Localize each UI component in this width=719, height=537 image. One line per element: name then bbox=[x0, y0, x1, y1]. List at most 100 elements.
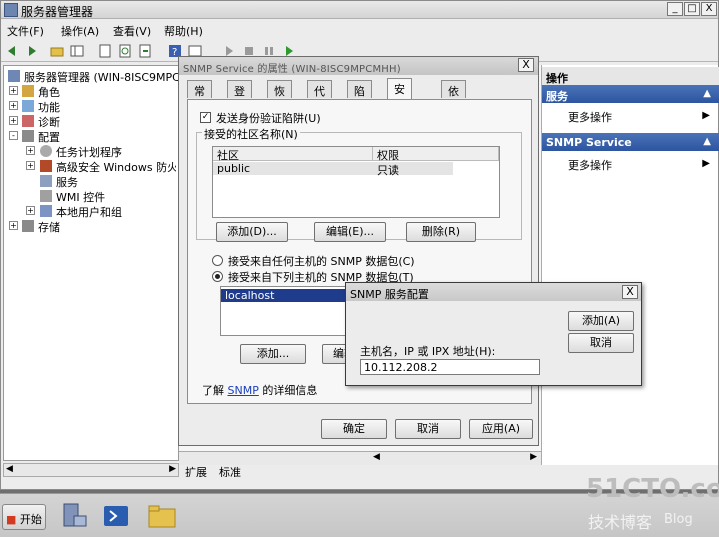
snmp-link[interactable]: SNMP bbox=[228, 384, 259, 397]
tree-item-roles[interactable]: 角色 bbox=[38, 84, 60, 100]
collapse-config-icon[interactable]: - bbox=[9, 131, 18, 140]
add-host-button[interactable]: 添加... bbox=[240, 344, 306, 364]
users-icon bbox=[40, 205, 52, 217]
tab-traps[interactable]: 陷阱 bbox=[347, 80, 372, 114]
svg-text:?: ? bbox=[172, 47, 177, 58]
scroll-right-icon[interactable]: ▶ bbox=[169, 464, 176, 474]
expand-storage-icon[interactable]: + bbox=[9, 221, 18, 230]
accept-any-host-label: 接受来自任何主机的 SNMP 数据包(C) bbox=[228, 255, 415, 268]
more-actions-1[interactable]: 更多操作 bbox=[568, 109, 612, 125]
expand-task-scheduler-icon[interactable]: + bbox=[26, 146, 35, 155]
back-icon[interactable] bbox=[5, 43, 21, 59]
minimize-button[interactable]: _ bbox=[667, 2, 683, 16]
mid-scroll-left-icon[interactable]: ◀ bbox=[373, 452, 380, 462]
refresh-icon[interactable] bbox=[117, 43, 133, 59]
accept-any-host-radio[interactable] bbox=[212, 255, 223, 266]
menu-file[interactable]: 文件(F) bbox=[7, 23, 44, 39]
tree-item-config[interactable]: 配置 bbox=[38, 129, 60, 145]
tree-item-services[interactable]: 服务 bbox=[56, 174, 78, 190]
tree-item-wmi[interactable]: WMI 控件 bbox=[56, 189, 105, 205]
send-auth-trap-label: 发送身份验证陷阱(U) bbox=[216, 112, 321, 125]
expand-diagnostics-icon[interactable]: + bbox=[9, 116, 18, 125]
popup-close-button[interactable]: X bbox=[622, 285, 638, 299]
expand-firewall-icon[interactable]: + bbox=[26, 161, 35, 170]
menu-bar: 文件(F) 操作(A) 查看(V) 帮助(H) bbox=[1, 20, 718, 40]
window-title: 服务器管理器 bbox=[21, 5, 94, 19]
tab-logon[interactable]: 登录 bbox=[227, 80, 252, 114]
edit-community-button[interactable]: 编辑(E)... bbox=[314, 222, 386, 242]
roles-icon bbox=[22, 85, 34, 97]
close-button[interactable]: X bbox=[701, 2, 717, 16]
tree-item-diagnostics[interactable]: 诊断 bbox=[38, 114, 60, 130]
tree-scrollbar[interactable]: ◀ ▶ bbox=[3, 463, 179, 477]
dialog-close-button[interactable]: X bbox=[518, 58, 534, 72]
actions-pane: 操作 服务 ▲ 更多操作 ▶ SNMP Service ▲ 更多操作 ▶ bbox=[541, 65, 719, 465]
storage-icon bbox=[22, 220, 34, 232]
send-auth-trap-checkbox[interactable]: ✓ bbox=[200, 112, 211, 123]
config-icon bbox=[22, 130, 34, 142]
diagnostics-icon bbox=[22, 115, 34, 127]
actions-section-services[interactable]: 服务 ▲ bbox=[542, 85, 719, 103]
delete-community-button[interactable]: 删除(R) bbox=[406, 222, 476, 242]
communities-list[interactable]: 社区 权限 public 只读 bbox=[212, 146, 500, 218]
wmi-icon bbox=[40, 190, 52, 202]
submenu-arrow-icon: ▶ bbox=[702, 110, 710, 121]
tab-recovery[interactable]: 恢复 bbox=[267, 80, 292, 114]
middle-scrollbar[interactable]: ◀ ▶ bbox=[179, 451, 541, 465]
collapse-arrow-icon-2[interactable]: ▲ bbox=[703, 136, 711, 147]
col-community[interactable]: 社区 bbox=[213, 147, 373, 162]
tree-item-local-users[interactable]: 本地用户和组 bbox=[56, 204, 122, 220]
ok-button[interactable]: 确定 bbox=[321, 419, 387, 439]
powershell-icon[interactable] bbox=[100, 500, 132, 532]
accept-these-hosts-radio[interactable] bbox=[212, 271, 223, 282]
dialog-title: SNMP Service 的属性 (WIN-8ISC9MPCMHH) bbox=[179, 57, 538, 75]
menu-help[interactable]: 帮助(H) bbox=[164, 23, 203, 39]
popup-title: SNMP 服务配置 bbox=[346, 283, 641, 301]
table-row[interactable]: public 只读 bbox=[213, 162, 453, 177]
explorer-folder-icon[interactable] bbox=[146, 500, 178, 532]
firewall-icon bbox=[40, 160, 52, 172]
snmp-properties-dialog: SNMP Service 的属性 (WIN-8ISC9MPCMHH) X 常规 … bbox=[178, 56, 539, 446]
tab-security[interactable]: 安全 bbox=[387, 78, 412, 112]
add-community-button[interactable]: 添加(D)... bbox=[216, 222, 288, 242]
tree-root[interactable]: 服务器管理器 (WIN-8ISC9MPCMH bbox=[24, 69, 198, 85]
console-tree: 服务器管理器 (WIN-8ISC9MPCMH + 角色 + 功能 + 诊断 - … bbox=[3, 65, 198, 461]
tab-agent[interactable]: 代理 bbox=[307, 80, 332, 114]
properties-icon[interactable] bbox=[97, 43, 113, 59]
forward-icon[interactable] bbox=[23, 43, 39, 59]
host-address-input[interactable]: 10.112.208.2 bbox=[360, 359, 540, 375]
expand-local-users-icon[interactable]: + bbox=[26, 206, 35, 215]
start-button[interactable]: ■ 开始 bbox=[2, 504, 46, 530]
tab-dependencies[interactable]: 依存关系 bbox=[441, 80, 466, 146]
popup-cancel-button[interactable]: 取消 bbox=[568, 333, 634, 353]
mid-scroll-right-icon[interactable]: ▶ bbox=[530, 452, 537, 462]
tree-item-storage[interactable]: 存储 bbox=[38, 219, 60, 235]
submenu-arrow-icon-2: ▶ bbox=[702, 158, 710, 169]
learn-more-text: 了解 SNMP 的详细信息 bbox=[202, 384, 318, 397]
show-tree-icon[interactable] bbox=[69, 43, 85, 59]
menu-action[interactable]: 操作(A) bbox=[61, 23, 99, 39]
collapse-arrow-icon[interactable]: ▲ bbox=[703, 88, 711, 99]
cancel-button[interactable]: 取消 bbox=[395, 419, 461, 439]
watermark-site: 51CTO.com bbox=[586, 474, 719, 504]
list-item[interactable]: localhost bbox=[221, 289, 361, 302]
more-actions-2[interactable]: 更多操作 bbox=[568, 157, 612, 173]
scroll-left-icon[interactable]: ◀ bbox=[6, 464, 13, 474]
export-icon[interactable] bbox=[137, 43, 153, 59]
expand-roles-icon[interactable]: + bbox=[9, 86, 18, 95]
expand-features-icon[interactable]: + bbox=[9, 101, 18, 110]
maximize-button[interactable]: □ bbox=[684, 2, 700, 16]
communities-label: 接受的社区名称(N) bbox=[202, 126, 300, 142]
row-community: public bbox=[217, 162, 251, 175]
col-rights[interactable]: 权限 bbox=[373, 147, 499, 162]
server-manager-taskbar-icon[interactable] bbox=[58, 500, 90, 532]
popup-add-button[interactable]: 添加(A) bbox=[568, 311, 634, 331]
actions-section-snmp[interactable]: SNMP Service ▲ bbox=[542, 133, 719, 151]
menu-view[interactable]: 查看(V) bbox=[113, 23, 151, 39]
tree-item-firewall[interactable]: 高级安全 Windows 防火墙 bbox=[56, 159, 176, 175]
tree-item-task-scheduler[interactable]: 任务计划程序 bbox=[56, 144, 122, 160]
tree-item-features[interactable]: 功能 bbox=[38, 99, 60, 115]
tab-general[interactable]: 常规 bbox=[187, 80, 212, 114]
up-folder-icon[interactable] bbox=[49, 43, 65, 59]
apply-button[interactable]: 应用(A) bbox=[469, 419, 533, 439]
